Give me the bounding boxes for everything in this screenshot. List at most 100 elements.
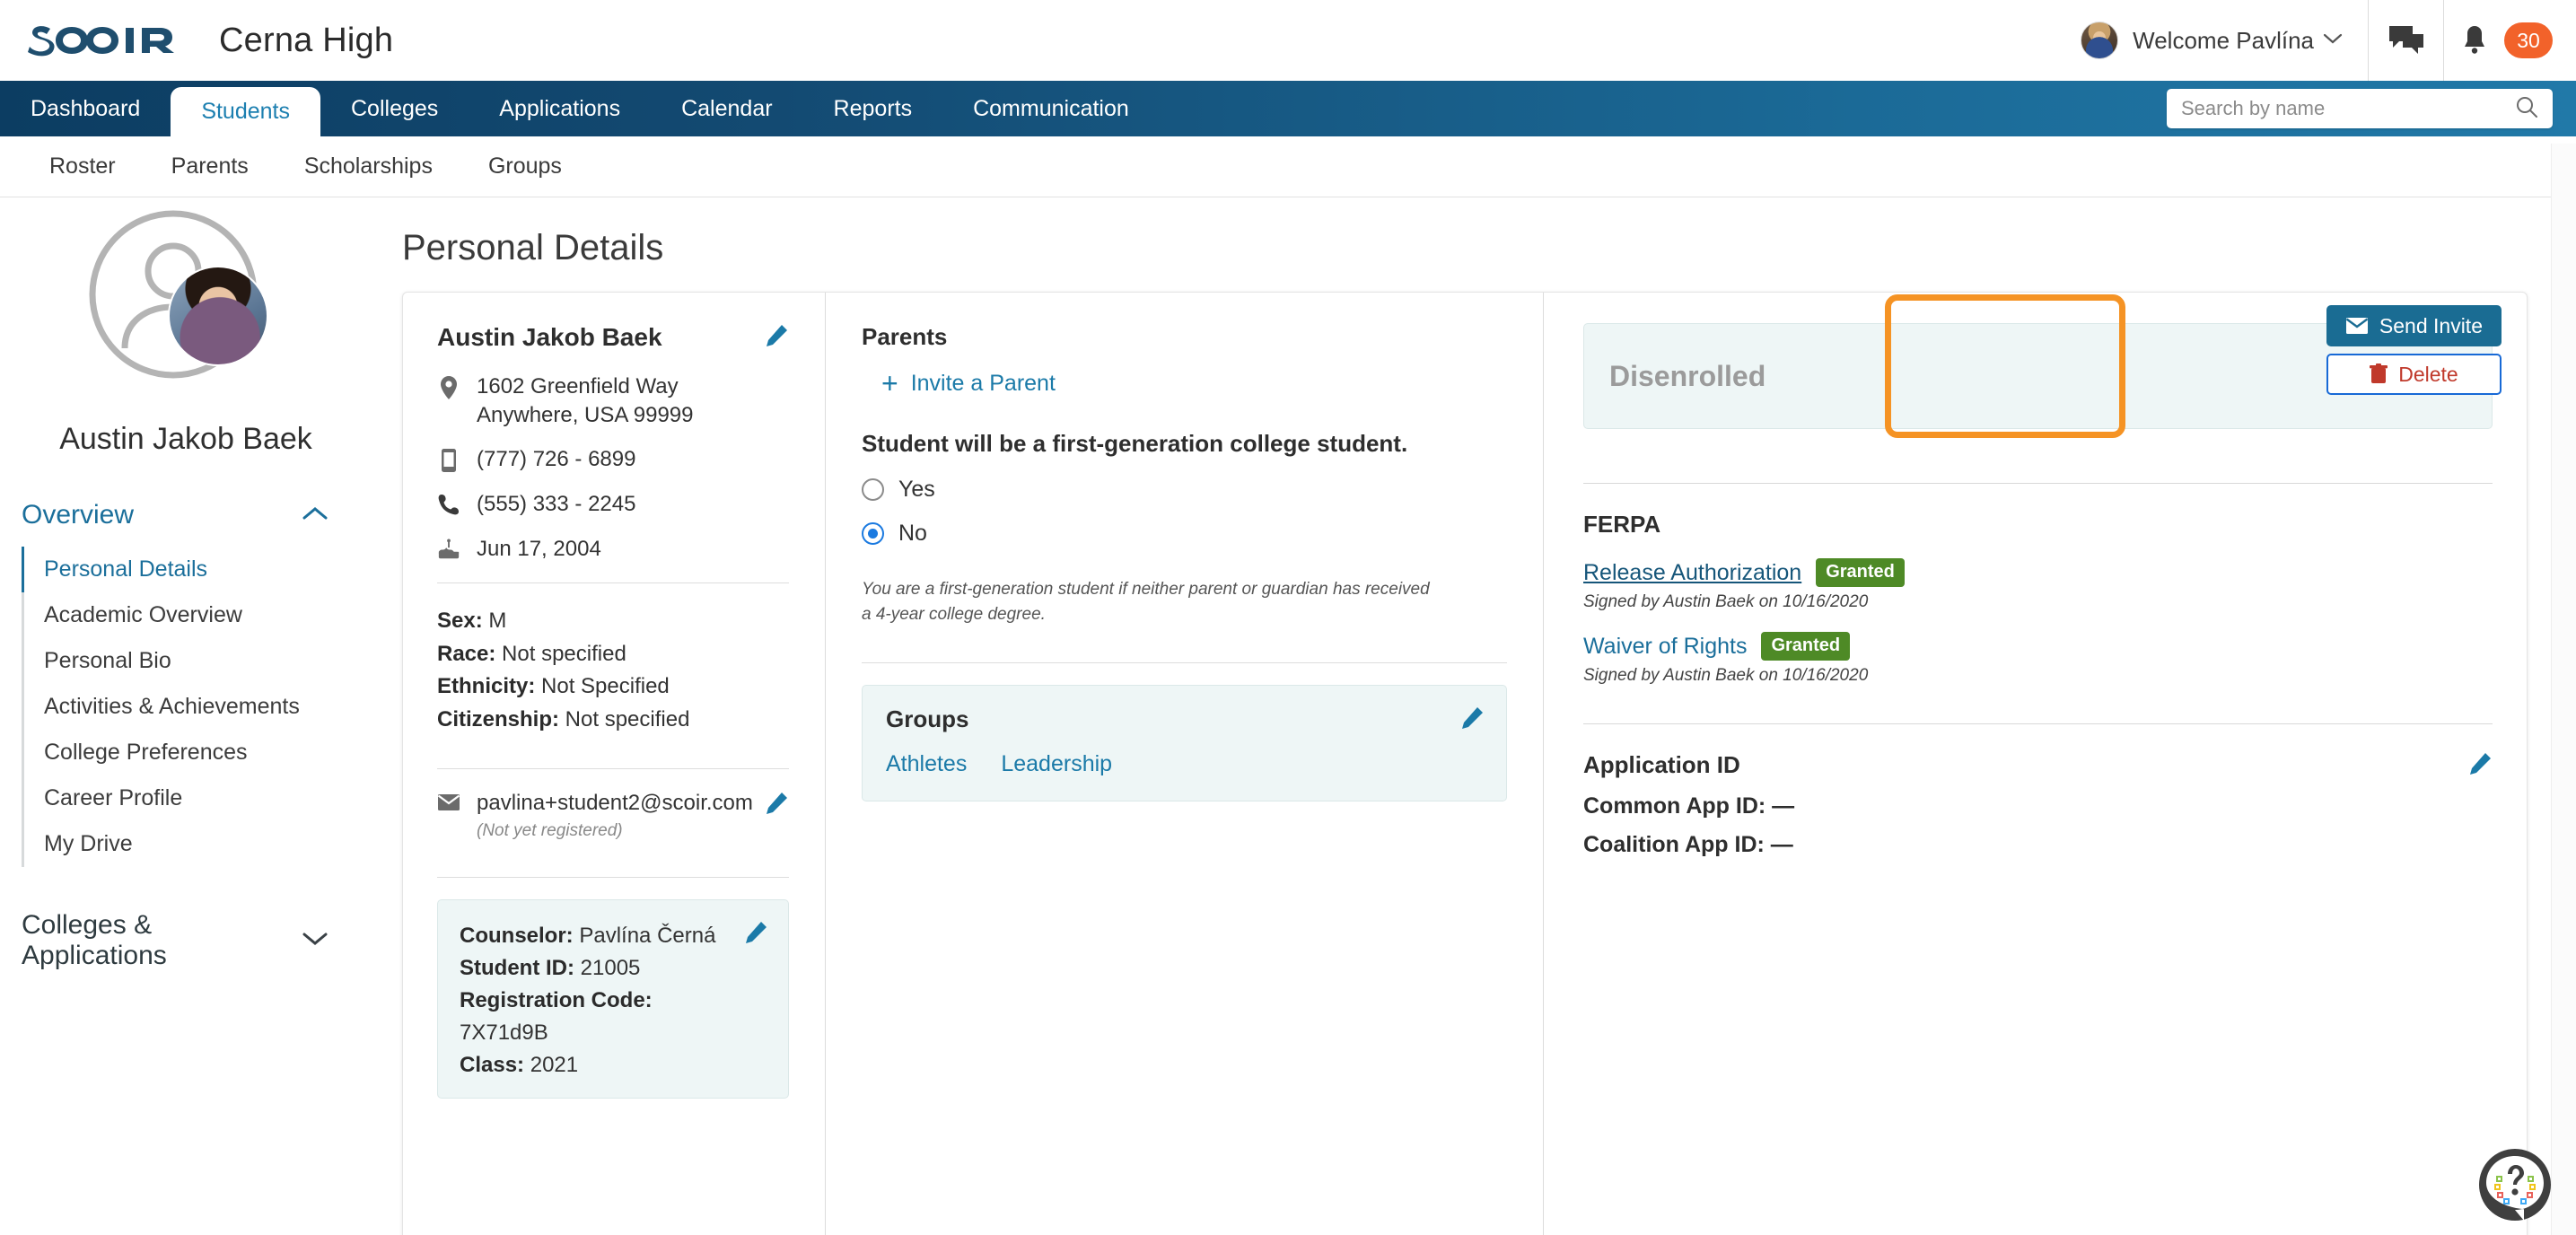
coalition-app-id-line: Coalition App ID: — [1583, 832, 2493, 858]
column-parents: Parents + Invite a Parent Student will b… [825, 293, 1543, 1235]
edit-counselor-pencil-icon[interactable] [743, 920, 768, 950]
phone-text: (555) 333 - 2245 [477, 492, 636, 517]
delete-label: Delete [2398, 362, 2458, 386]
radio-yes-row[interactable]: Yes [862, 477, 1507, 503]
divider [862, 662, 1507, 664]
phone-row: (555) 333 - 2245 [437, 490, 789, 519]
invite-a-parent-button[interactable]: + Invite a Parent [881, 369, 1507, 398]
divider [1583, 723, 2493, 724]
trash-icon [2370, 363, 2388, 383]
registration-value: 7X71d9B [460, 1020, 548, 1046]
student-id-line: Student ID: 21005 [460, 952, 743, 985]
release-authorization-link[interactable]: Release Authorization [1583, 560, 1801, 586]
subnav-groups[interactable]: Groups [460, 153, 590, 180]
address-line-2: Anywhere, USA 99999 [477, 402, 694, 427]
divider [437, 768, 789, 770]
radio-no-label: No [898, 521, 927, 547]
ferpa-row: Release Authorization Granted [1583, 558, 2493, 587]
subnav-scholarships[interactable]: Scholarships [276, 153, 460, 180]
nav-reports[interactable]: Reports [803, 81, 943, 136]
messages-button[interactable] [2368, 0, 2443, 81]
first-generation-hint: You are a first-generation student if ne… [862, 580, 1430, 624]
page-title: Personal Details [402, 228, 664, 267]
edit-personal-info-pencil-icon[interactable] [764, 323, 789, 353]
waiver-of-rights-link[interactable]: Waiver of Rights [1583, 634, 1747, 660]
counselor-line: Counselor: Pavlína Černá [460, 920, 743, 952]
address-text: 1602 Greenfield Way Anywhere, USA 99999 [477, 372, 694, 429]
nav-items: Dashboard Students Colleges Applications… [0, 81, 1160, 136]
subnav-parents[interactable]: Parents [144, 153, 276, 180]
user-menu[interactable]: Welcome Pavlína [2081, 22, 2368, 59]
sidebar-item-activities-achievements[interactable]: Activities & Achievements [22, 684, 348, 730]
citizenship-label: Citizenship: [437, 706, 559, 731]
radio-no-row[interactable]: No [862, 521, 1507, 547]
nav-dashboard[interactable]: Dashboard [0, 81, 171, 136]
search-box[interactable] [2167, 89, 2553, 128]
group-tag-leadership[interactable]: Leadership [1001, 751, 1112, 777]
sex-label: Sex: [437, 609, 483, 634]
email-status: (Not yet registered) [477, 821, 623, 841]
invite-a-parent-label: Invite a Parent [910, 370, 1056, 396]
ferpa-title: FERPA [1583, 511, 1661, 538]
waiver-of-rights-signed: Signed by Austin Baek on 10/16/2020 [1583, 666, 1869, 685]
counselor-value: Pavlína Černá [579, 924, 716, 949]
chat-bubbles-icon [2388, 26, 2423, 54]
nav-colleges[interactable]: Colleges [320, 81, 469, 136]
edit-groups-pencil-icon[interactable] [1459, 705, 1485, 735]
search-wrap [2167, 89, 2576, 136]
radio-yes[interactable] [862, 478, 884, 502]
edit-email-pencil-icon[interactable] [764, 791, 789, 820]
mobile-text: (777) 726 - 6899 [477, 447, 636, 472]
personal-details-card: Austin Jakob Baek 1602 Greenfield Way An… [402, 292, 2528, 1235]
sex-value: M [488, 609, 507, 634]
sidebar-item-my-drive[interactable]: My Drive [22, 821, 348, 867]
plus-icon: + [881, 367, 898, 399]
common-app-id-label: Common App ID: [1583, 793, 1766, 819]
nav-students[interactable]: Students [171, 87, 320, 136]
coalition-app-id-label: Coalition App ID: [1583, 832, 1765, 857]
first-generation-question: Student will be a first-generation colle… [862, 430, 1408, 457]
main-navigation: Dashboard Students Colleges Applications… [0, 81, 2576, 136]
edit-application-id-pencil-icon[interactable] [2467, 751, 2493, 781]
counselor-head: Counselor: Pavlína Černá Student ID: 210… [460, 920, 768, 1082]
email-row: pavlina+student2@scoir.com (Not yet regi… [437, 791, 753, 841]
birthday-text: Jun 17, 2004 [477, 536, 601, 561]
right-gutter [2551, 144, 2576, 1235]
chevron-down-icon [302, 929, 329, 952]
content-area: Personal Details Austin Jakob Baek 1602 … [372, 197, 2576, 1235]
group-tag-athletes[interactable]: Athletes [886, 751, 967, 777]
school-name: Cerna High [219, 21, 394, 59]
sidebar-colleges-toggle[interactable]: Colleges & Applications [22, 910, 348, 970]
class-value: 2021 [530, 1053, 579, 1078]
search-icon[interactable] [2515, 95, 2538, 123]
nav-applications[interactable]: Applications [469, 81, 651, 136]
top-bar-right: Welcome Pavlína 30 [2081, 0, 2576, 81]
sidebar-item-academic-overview[interactable]: Academic Overview [22, 592, 348, 638]
nav-calendar[interactable]: Calendar [651, 81, 802, 136]
release-authorization-signed: Signed by Austin Baek on 10/16/2020 [1583, 592, 1869, 611]
release-authorization-badge: Granted [1816, 558, 1905, 587]
sidebar-item-personal-details[interactable]: Personal Details [22, 547, 348, 592]
sidebar-overview-toggle[interactable]: Overview [22, 500, 348, 530]
sidebar-colleges-section: Colleges & Applications [0, 910, 372, 970]
nav-communication[interactable]: Communication [942, 81, 1160, 136]
sidebar-item-college-preferences[interactable]: College Preferences [22, 730, 348, 775]
demographics: Sex: M Race: Not specified Ethnicity: No… [437, 605, 789, 736]
mobile-row: (777) 726 - 6899 [437, 445, 789, 474]
scoir-logo[interactable] [25, 22, 185, 59]
status-area: Disenrolled Send Invite Delete [1583, 294, 2502, 438]
envelope-icon [437, 791, 460, 811]
help-button[interactable] [2477, 1147, 2553, 1222]
send-invite-button[interactable]: Send Invite [2326, 305, 2502, 346]
page-root: Cerna High Welcome Pavlína 30 Dashboard … [0, 0, 2576, 1235]
notifications-button[interactable] [2443, 0, 2504, 81]
delete-button[interactable]: Delete [2326, 354, 2502, 395]
subnav-roster[interactable]: Roster [22, 153, 144, 180]
counselor-box: Counselor: Pavlína Černá Student ID: 210… [437, 899, 789, 1099]
radio-no[interactable] [862, 522, 884, 546]
email-text: pavlina+student2@scoir.com [477, 791, 753, 816]
sidebar-overview-section: Overview Personal Details Academic Overv… [0, 500, 372, 867]
search-input[interactable] [2181, 97, 2515, 120]
sidebar-item-career-profile[interactable]: Career Profile [22, 775, 348, 821]
sidebar-item-personal-bio[interactable]: Personal Bio [22, 638, 348, 684]
